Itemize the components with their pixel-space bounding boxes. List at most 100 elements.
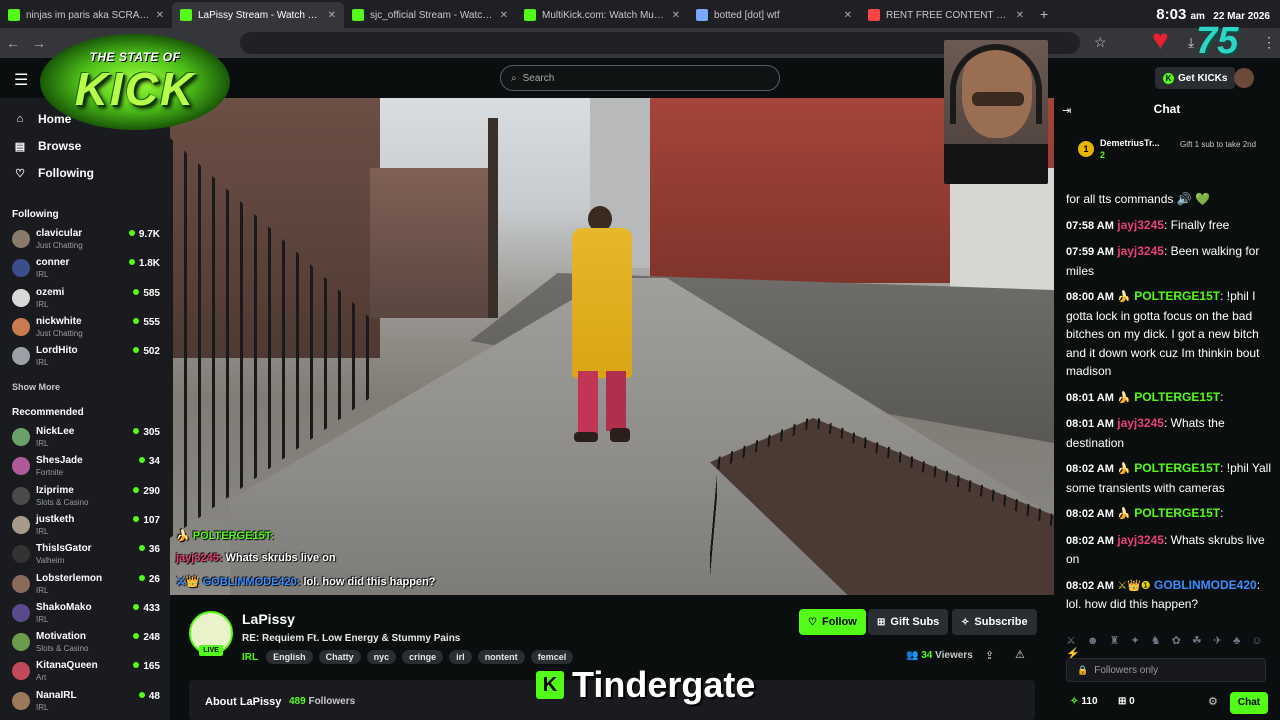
stream-tag[interactable]: irl bbox=[449, 650, 472, 664]
video-overlay-chat-line: ⚔👑 GOBLINMODE420: lol. how did this happ… bbox=[176, 575, 435, 588]
show-more-link[interactable]: Show More bbox=[12, 382, 60, 392]
browser-tab[interactable]: RENT FREE CONTENT NETWORK ✕ bbox=[860, 2, 1032, 28]
tab-title: botted [dot] wtf bbox=[714, 9, 780, 21]
gift-leaderboard[interactable]: 1 DemetriusTr... 2 Gift 1 sub to take 2n… bbox=[1066, 132, 1272, 166]
search-icon: ⌕ bbox=[511, 72, 517, 84]
browser-tab[interactable]: botted [dot] wtf ✕ bbox=[688, 2, 860, 28]
kicks-balance[interactable]: ✧ 110 bbox=[1070, 696, 1098, 707]
chat-send-button[interactable]: Chat bbox=[1230, 692, 1268, 714]
channel-name: NanaIRL bbox=[36, 689, 77, 701]
get-kicks-button[interactable]: K Get KICKs bbox=[1155, 67, 1236, 89]
channel-avatar bbox=[12, 317, 30, 336]
sidebar-channel[interactable]: Motivation Slots & Casino 248 bbox=[12, 629, 160, 657]
sidebar-channel[interactable]: Iziprime Slots & Casino 290 bbox=[12, 483, 160, 511]
back-icon[interactable]: ← bbox=[0, 35, 26, 51]
stream-tag[interactable]: cringe bbox=[402, 650, 444, 664]
follow-button[interactable]: ♡ Follow bbox=[799, 609, 866, 635]
share-icon[interactable]: ⇪ bbox=[985, 649, 994, 662]
channel-avatar bbox=[12, 545, 30, 564]
heart-icon: ♡ bbox=[15, 167, 25, 180]
sidebar-nav-following[interactable]: ♡ Following bbox=[12, 166, 94, 180]
download-icon[interactable]: ⤓ bbox=[1188, 34, 1194, 51]
sidebar-channel[interactable]: ozemi IRL 585 bbox=[12, 285, 160, 313]
chat-message: 08:01 AM 🍌 POLTERGE15T: bbox=[1066, 388, 1272, 408]
stream-tag[interactable]: nontent bbox=[477, 650, 525, 664]
search-input[interactable]: ⌕ Search bbox=[500, 65, 780, 91]
clock-time: 8:03 bbox=[1156, 6, 1187, 23]
tab-favicon-icon bbox=[8, 9, 20, 21]
channel-category: IRL bbox=[36, 585, 49, 595]
tab-close-icon[interactable]: ✕ bbox=[1016, 10, 1024, 21]
caption-overlay: K Tindergate bbox=[536, 664, 755, 706]
bookmark-star-icon[interactable]: ☆ bbox=[1094, 34, 1107, 51]
sidebar-channel[interactable]: Lobsterlemon IRL 26 bbox=[12, 571, 160, 599]
browser-menu-icon[interactable]: ⋮ bbox=[1262, 34, 1276, 51]
chat-username[interactable]: jayj3245 bbox=[1117, 416, 1164, 430]
sidebar: ⌂ Home ▤ Browse ♡ Following Following Sh… bbox=[0, 98, 170, 720]
new-tab-button[interactable]: + bbox=[1032, 6, 1056, 28]
streamer-name[interactable]: LaPissy bbox=[242, 611, 295, 627]
gifts-balance[interactable]: ⊞ 0 bbox=[1118, 696, 1135, 707]
chat-username[interactable]: GOBLINMODE420 bbox=[1154, 578, 1257, 592]
browser-tab[interactable]: LaPissy Stream - Watch Live ✕ bbox=[172, 2, 344, 28]
stream-tag[interactable]: English bbox=[266, 650, 313, 664]
gift-subs-button[interactable]: ⊞ Gift Subs bbox=[868, 609, 949, 635]
chat-username[interactable]: jayj3245 bbox=[1117, 218, 1164, 232]
channel-name: Motivation bbox=[36, 631, 86, 643]
overlay-chat-text: lol. how did this happen? bbox=[300, 576, 436, 588]
sidebar-nav-browse[interactable]: ▤ Browse bbox=[12, 139, 82, 153]
sidebar-channel[interactable]: KitanaQueen Art 165 bbox=[12, 658, 160, 686]
stream-tag[interactable]: nyc bbox=[366, 650, 397, 664]
emote-bar[interactable]: ⚔ ☻ ♜ ✦ ♞ ✿ ☘ ✈ ♣ ☺ ⚡ bbox=[1066, 634, 1280, 660]
tab-favicon-icon bbox=[868, 9, 880, 21]
sidebar-channel[interactable]: ThisIsGator Valheim 36 bbox=[12, 541, 160, 569]
tab-title: LaPissy Stream - Watch Live bbox=[198, 9, 322, 21]
user-avatar[interactable] bbox=[1234, 68, 1254, 88]
kick-logo-icon: K bbox=[536, 671, 564, 699]
sidebar-channel[interactable]: ShakoMako IRL 433 bbox=[12, 600, 160, 628]
chat-settings-icon[interactable]: ⚙ bbox=[1208, 695, 1218, 708]
report-icon[interactable]: ⚠ bbox=[1015, 648, 1025, 661]
lock-icon: 🔒 bbox=[1077, 664, 1089, 675]
channel-category: Valheim bbox=[36, 556, 65, 566]
sidebar-channel[interactable]: ShesJade Fortnite 34 bbox=[12, 453, 160, 481]
channel-name: LordHito bbox=[36, 345, 78, 357]
sidebar-channel[interactable]: clavicular Just Chatting 9.7K bbox=[12, 226, 160, 254]
tab-close-icon[interactable]: ✕ bbox=[844, 10, 852, 21]
sidebar-channel[interactable]: nickwhite Just Chatting 555 bbox=[12, 314, 160, 342]
chat-username[interactable]: jayj3245 bbox=[1117, 533, 1164, 547]
subscribe-button[interactable]: ✧ Subscribe bbox=[952, 609, 1037, 635]
browser-tab-bar: ninjas im paris aka SCRABSNYC✕LaPissy St… bbox=[0, 0, 1280, 28]
sidebar-channel[interactable]: NickLee IRL 305 bbox=[12, 424, 160, 452]
channel-avatar bbox=[12, 347, 30, 366]
tab-close-icon[interactable]: ✕ bbox=[672, 10, 680, 21]
tab-close-icon[interactable]: ✕ bbox=[156, 10, 164, 21]
browser-tab[interactable]: MultiKick.com: Watch Multiple ✕ bbox=[516, 2, 688, 28]
stream-tag[interactable]: femcel bbox=[530, 650, 574, 664]
recommended-section-title: Recommended bbox=[12, 407, 84, 418]
chat-timestamp: 08:02 AM bbox=[1066, 463, 1114, 475]
caption-text: Tindergate bbox=[572, 664, 756, 705]
hamburger-menu-icon[interactable]: ☰ bbox=[14, 70, 28, 90]
video-player[interactable] bbox=[170, 98, 1054, 595]
sidebar-channel[interactable]: conner IRL 1.8K bbox=[12, 255, 160, 283]
sidebar-channel[interactable]: justketh IRL 107 bbox=[12, 512, 160, 540]
chat-username[interactable]: POLTERGE15T bbox=[1134, 390, 1220, 404]
about-title: About LaPissy bbox=[205, 696, 282, 708]
tab-close-icon[interactable]: ✕ bbox=[500, 10, 508, 21]
chat-input[interactable]: 🔒 Followers only bbox=[1066, 658, 1266, 682]
chat-username[interactable]: jayj3245 bbox=[1117, 244, 1164, 258]
stream-tag[interactable]: Chatty bbox=[318, 650, 361, 664]
stream-category-link[interactable]: IRL bbox=[242, 652, 258, 663]
chat-messages: for all tts commands 🔊 💚 07:58 AM jayj324… bbox=[1066, 190, 1272, 621]
chat-username[interactable]: POLTERGE15T bbox=[1134, 461, 1220, 475]
browser-tab[interactable]: sjc_official Stream - Watch Live ✕ bbox=[344, 2, 516, 28]
sidebar-channel[interactable]: LordHito IRL 502 bbox=[12, 343, 160, 371]
chat-username[interactable]: POLTERGE15T bbox=[1134, 506, 1220, 520]
browser-tab[interactable]: ninjas im paris aka SCRABSNYC ✕ bbox=[0, 2, 172, 28]
tab-close-icon[interactable]: ✕ bbox=[328, 10, 336, 21]
sidebar-channel[interactable]: NanaIRL IRL 48 bbox=[12, 688, 160, 716]
channel-viewers: 107 bbox=[133, 515, 160, 526]
channel-avatar bbox=[12, 515, 30, 534]
chat-username[interactable]: POLTERGE15T bbox=[1134, 289, 1220, 303]
